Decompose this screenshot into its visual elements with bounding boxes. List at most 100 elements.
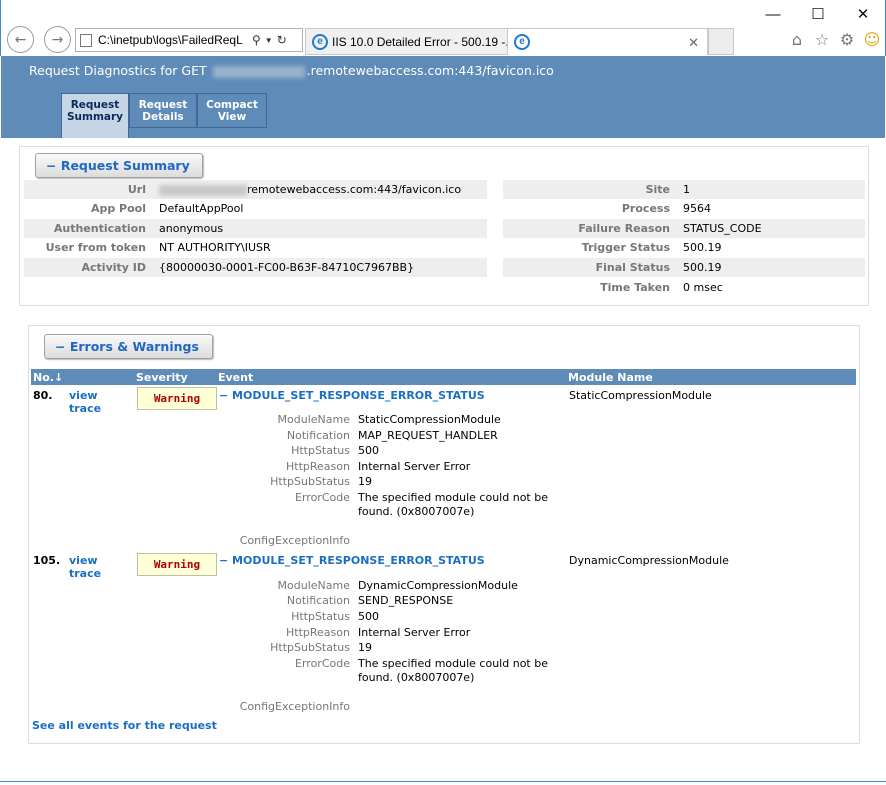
summary-row-authentication: Authentication anonymous [24,219,487,238]
detail-label: ModuleName [277,579,350,592]
detail-label: HttpStatus [291,444,350,457]
smiley-feedback-icon[interactable]: ☺ [862,30,882,50]
summary-value: 1 [683,183,690,196]
detail-value: DynamicCompressionModule [358,579,518,592]
detail-value: Internal Server Error [358,626,471,639]
event-name[interactable]: − MODULE_SET_RESPONSE_ERROR_STATUS [219,554,485,567]
tab-label-line2: Details [142,111,184,123]
column-header-module[interactable]: Module Name [568,369,653,386]
column-header-no[interactable]: No.↓ [33,369,63,386]
new-tab-button[interactable] [708,28,734,55]
favorites-star-icon[interactable]: ☆ [812,30,832,50]
view-trace-line2[interactable]: trace [69,567,101,580]
detail-label: HttpSubStatus [270,641,350,654]
summary-row-trigger-status: Trigger Status 500.19 [503,238,865,257]
event-number: 105. [33,554,61,567]
home-icon[interactable]: ⌂ [787,30,807,50]
tab-label-line1: Request [138,99,188,111]
summary-label: Activity ID [81,261,147,274]
summary-row-user: User from token NT AUTHORITY\IUSR [24,238,487,257]
summary-value: 500.19 [683,261,722,274]
detail-value: The specified module could not be found.… [358,491,548,518]
page-title: Request Diagnostics for GET .remotewebac… [29,63,554,78]
summary-row-app-pool: App Pool DefaultAppPool [24,199,487,218]
detail-label: HttpStatus [291,610,350,623]
summary-label: Failure Reason [578,222,670,235]
ie-icon: e [312,33,328,50]
tab-label-line2: View [217,111,247,123]
tab-compact-view[interactable]: Compact View [197,93,267,128]
gear-icon[interactable]: ⚙ [837,30,857,50]
summary-row-site: Site 1 [503,180,865,199]
close-button[interactable]: ✕ [848,4,878,26]
tab-request-summary[interactable]: Request Summary [61,93,129,138]
request-summary-toggle[interactable]: − Request Summary [35,153,203,178]
column-header-severity[interactable]: Severity [136,369,188,386]
refresh-icon[interactable]: ↻ [277,33,287,47]
forward-arrow-icon: → [51,31,64,48]
page-header: Request Diagnostics for GET .remotewebac… [1,56,885,138]
summary-row-time-taken: Time Taken 0 msec [503,278,865,297]
detail-label: ErrorCode [295,657,350,670]
tab-current[interactable]: e ✕ [507,28,708,55]
summary-label: Site [645,183,670,196]
summary-row-failure-reason: Failure Reason STATUS_CODE [503,219,865,238]
summary-value: {80000030-0001-FC00-B63F-84710C7967BB} [159,261,415,274]
summary-label: Final Status [595,261,670,274]
close-tab-icon[interactable]: ✕ [688,35,699,51]
severity-badge: Warning [137,553,217,576]
summary-label: Process [621,202,670,215]
detail-label: Notification [286,429,350,442]
maximize-button[interactable]: ☐ [803,4,833,26]
summary-value: 0 msec [683,281,723,294]
event-name[interactable]: − MODULE_SET_RESPONSE_ERROR_STATUS [219,389,485,402]
view-trace-line1[interactable]: view [69,389,98,402]
summary-row-final-status: Final Status 500.19 [503,258,865,277]
errors-warnings-toggle[interactable]: − Errors & Warnings [44,334,213,359]
forward-button[interactable]: → [44,26,71,53]
detail-value: 500 [358,444,379,457]
address-bar[interactable]: C:\inetpub\logs\FailedReqL ⚲ ▼ ↻ [75,28,303,52]
severity-badge: Warning [137,387,217,410]
event-module: StaticCompressionModule [569,389,712,402]
detail-label: HttpReason [286,460,350,473]
summary-value: 500.19 [683,241,722,254]
detail-label: HttpReason [286,626,350,639]
summary-value: STATUS_CODE [683,222,762,235]
page-icon [80,33,92,47]
summary-label: App Pool [90,202,146,215]
redacted-url-prefix [159,184,247,196]
tab-title: IIS 10.0 Detailed Error - 500.19 -... [332,34,508,49]
tab-label-line1: Compact [206,99,258,111]
tab-label-line2: Summary [66,111,124,123]
detail-value: The specified module could not be found.… [358,657,548,684]
view-trace-link[interactable]: view trace [69,389,101,415]
detail-label: ConfigExceptionInfo [239,534,350,547]
detail-label: HttpSubStatus [270,475,350,488]
dropdown-icon[interactable]: ▼ [265,36,273,45]
minimize-button[interactable]: — [758,4,788,26]
detail-label: ModuleName [277,413,350,426]
detail-value: StaticCompressionModule [358,413,501,426]
view-tabs: Request Summary Request Details Compact … [61,93,267,138]
back-button[interactable]: ← [7,26,34,53]
ie-icon: e [514,34,530,50]
view-trace-line2[interactable]: trace [69,402,101,415]
address-text[interactable]: C:\inetpub\logs\FailedReqL [98,33,248,47]
redacted-host [212,65,305,78]
summary-value-url: remotewebaccess.com:443/favicon.ico [159,180,461,199]
detail-label: ErrorCode [295,491,350,504]
column-header-event[interactable]: Event [218,369,253,386]
back-arrow-icon: ← [14,31,27,48]
summary-row-activity-id: Activity ID {80000030-0001-FC00-B63F-847… [24,258,487,277]
view-trace-line1[interactable]: view [69,554,98,567]
tab-request-details[interactable]: Request Details [129,93,197,128]
detail-value: 19 [358,475,372,488]
see-all-events-link[interactable]: See all events for the request [32,719,217,732]
detail-value: MAP_REQUEST_HANDLER [358,429,498,442]
event-number: 80. [33,389,53,402]
browser-chrome: — ☐ ✕ ← → C:\inetpub\logs\FailedReqL ⚲ ▼… [0,0,886,56]
view-trace-link[interactable]: view trace [69,554,101,580]
tab-iis-error[interactable]: e IIS 10.0 Detailed Error - 500.19 -... [305,28,508,55]
search-icon[interactable]: ⚲ [252,33,261,47]
